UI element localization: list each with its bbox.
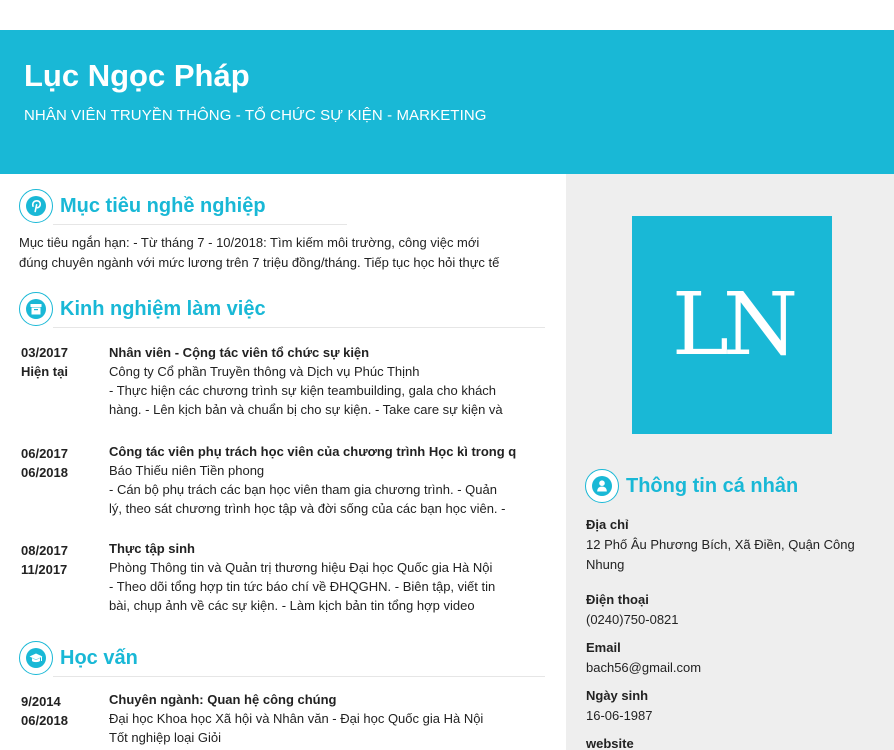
address-label: Địa chỉ [586,517,629,532]
start-date: 06/2017 [21,446,68,461]
email-label: Email [586,640,621,655]
job-position: Nhân viên - Cộng tác viên tổ chức sự kiệ… [109,345,370,360]
objective-divider [53,224,347,225]
education-title: Học vấn [60,647,138,669]
objective-line: Mục tiêu ngắn hạn: - Từ tháng 7 - 10/201… [19,235,480,250]
main-column: Mục tiêu nghề nghiệp Mục tiêu ngắn hạn: … [0,174,566,750]
candidate-role: NHÂN VIÊN TRUYỀN THÔNG - TỔ CHỨC SỰ KIỆN… [24,107,487,124]
job-description-line: hàng. - Lên kịch bản và chuẩn bị cho sự … [109,402,503,417]
pinterest-icon [19,189,53,223]
address-value: Nhung [586,557,625,572]
experience-dates: 03/2017 Hiện tại [21,343,101,381]
avatar: LN [632,216,832,434]
education-section-header: Học vấn [19,641,547,677]
end-date: 06/2018 [21,713,68,728]
top-strip [0,0,894,30]
company-name: Báo Thiếu niên Tiền phong [109,463,265,478]
email-value: bach56@gmail.com [586,660,702,675]
website-block: website [586,734,886,750]
education-details: Chuyên ngành: Quan hệ công chúng Đại học… [109,690,545,747]
end-date: 06/2018 [21,465,68,480]
start-date: 9/2014 [21,694,61,709]
address-block: Địa chỉ 12 Phố Âu Phương Bích, Xã Điền, … [586,515,886,575]
start-date: 03/2017 [21,345,68,360]
start-date: 08/2017 [21,543,68,558]
experience-section-header: Kinh nghiệm làm việc [19,292,547,328]
candidate-name: Lục Ngọc Pháp [24,58,250,93]
personal-info-title: Thông tin cá nhân [626,475,799,497]
email-block: Email bach56@gmail.com [586,638,886,678]
job-description-line: bài, chụp ảnh về các sự kiện. - Làm kịch… [109,598,475,613]
address-value: 12 Phố Âu Phương Bích, Xã Điền, Quận Côn… [586,537,855,552]
resume-header: Lục Ngọc Pháp NHÂN VIÊN TRUYỀN THÔNG - T… [0,30,894,174]
experience-divider [53,327,545,328]
website-label: website [586,736,634,750]
experience-dates: 08/2017 11/2017 [21,541,101,579]
education-divider [53,676,545,677]
job-description-line: - Cán bộ phụ trách các bạn học viên tham… [109,482,497,497]
end-date: Hiện tại [21,364,68,379]
school-name: Đại học Khoa học Xã hội và Nhân văn - Đạ… [109,711,484,726]
grade: Tốt nghiệp loại Giỏi [109,730,222,745]
job-description-line: - Thực hiện các chương trình sự kiện tea… [109,383,497,398]
sidebar: LN Thông tin cá nhân Địa chỉ 12 Phố Âu P… [566,174,894,750]
dob-block: Ngày sinh 16-06-1987 [586,686,886,726]
objective-line: đúng chuyên ngành với mức lương trên 7 t… [19,255,500,270]
job-description-line: - Theo dõi tổng hợp tin tức báo chí về Đ… [109,579,496,594]
dob-value: 16-06-1987 [586,708,653,723]
company-name: Công ty Cổ phần Truyền thông và Dịch vụ … [109,364,420,379]
objective-text: Mục tiêu ngắn hạn: - Từ tháng 7 - 10/201… [19,233,539,273]
archive-box-icon [19,292,53,326]
job-position: Công tác viên phụ trách học viên của chư… [109,444,517,459]
experience-title: Kinh nghiệm làm việc [60,298,266,320]
phone-block: Điện thoại (0240)750-0821 [586,590,886,630]
phone-label: Điện thoại [586,592,649,607]
company-name: Phòng Thông tin và Quản trị thương hiệu … [109,560,493,575]
experience-details: Công tác viên phụ trách học viên của chư… [109,442,545,518]
user-icon [585,469,619,503]
end-date: 11/2017 [21,562,68,577]
avatar-initials: LN [671,275,798,375]
experience-dates: 06/2017 06/2018 [21,444,101,482]
graduation-cap-icon [19,641,53,675]
objective-section-header: Mục tiêu nghề nghiệp [19,189,547,225]
major: Chuyên ngành: Quan hệ công chúng [109,692,337,707]
personal-info-section-header: Thông tin cá nhân [585,469,885,503]
job-position: Thực tập sinh [109,541,195,556]
job-description-line: lý, theo sát chương trình học tập và đời… [109,501,506,516]
experience-details: Nhân viên - Cộng tác viên tổ chức sự kiệ… [109,343,545,419]
phone-value: (0240)750-0821 [586,612,679,627]
experience-details: Thực tập sinh Phòng Thông tin và Quản tr… [109,539,545,615]
dob-label: Ngày sinh [586,688,649,703]
objective-title: Mục tiêu nghề nghiệp [60,195,266,217]
education-dates: 9/2014 06/2018 [21,692,101,730]
